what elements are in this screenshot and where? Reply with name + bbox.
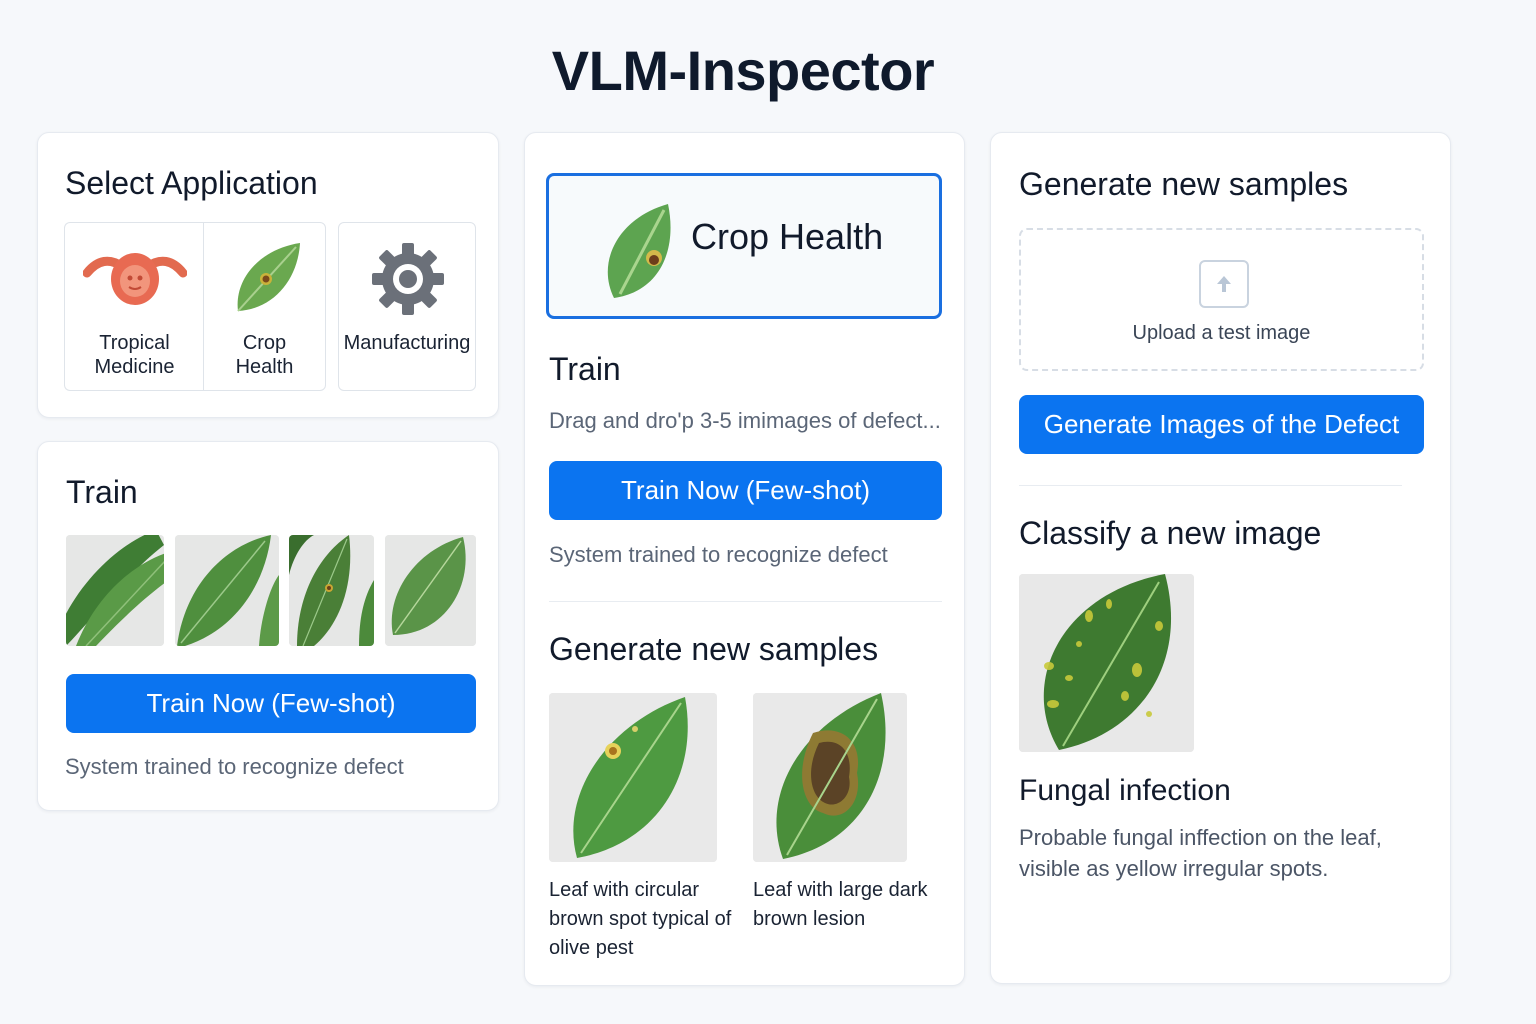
center-train-now-button[interactable]: Train Now (Few-shot) [549,461,942,520]
generate-images-button[interactable]: Generate Images of the Defect [1019,395,1424,454]
app-tile-label: Tropical Medicine [94,332,175,378]
right-card: Generate new samples Upload a test image… [990,132,1451,984]
classify-title: Classify a new image [1019,515,1322,551]
training-image-thumbnail[interactable] [289,535,374,646]
train-card-left: Train Train Now (Few-shot) System traine… [37,441,499,811]
center-card: Crop Health Train Drag and dro'p 3-5 imi… [524,132,965,986]
select-application-card: Select Application Tropical Medicine Cro… [37,132,499,418]
sample-caption: Leaf with circular brown spot typical of… [549,879,732,959]
center-generate-title: Generate new samples [549,631,879,667]
select-application-title: Select Application [65,165,318,201]
drop-zone-hint[interactable]: Drag and dro'p 3-5 imimages of defect... [549,408,941,434]
upload-label: Upload a test image [1132,322,1311,344]
classification-result-text: Probable fungal inffection on the leaf, … [1019,825,1382,881]
selected-app-label: Crop Health [691,216,884,257]
classification-result-title: Fungal infection [1019,774,1231,807]
selected-app-crop-health[interactable]: Crop Health [546,173,942,319]
train-status-text: System trained to recognize defect [65,754,404,779]
gear-icon [370,241,446,317]
sample-caption: Leaf with large dark brown lesion [753,879,928,930]
generated-sample-image[interactable] [753,693,907,862]
app-tile-label: Crop Health [235,332,294,378]
training-image-thumbnail[interactable] [66,535,164,646]
section-divider [1019,485,1402,486]
app-tile-tropical-medicine[interactable]: Tropical Medicine [64,222,204,391]
training-image-thumbnail[interactable] [385,535,476,646]
upload-icon [1199,260,1249,308]
leaf-icon [230,239,304,317]
center-train-title: Train [549,351,621,387]
classify-image[interactable] [1019,574,1194,752]
training-image-thumbnail[interactable] [175,535,279,646]
leaf-icon [598,202,676,302]
right-generate-title: Generate new samples [1019,166,1349,202]
train-title: Train [66,474,138,510]
upload-dropzone[interactable]: Upload a test image [1019,228,1424,371]
tropical-medicine-icon [82,245,188,309]
app-tile-manufacturing[interactable]: Manufacturing [338,222,476,391]
generated-sample-image[interactable] [549,693,717,862]
app-title: VLM-Inspector [551,39,935,102]
section-divider [549,601,942,602]
app-tile-label: Manufacturing [343,332,471,354]
center-train-status-text: System trained to recognize defect [549,542,888,567]
app-tile-crop-health[interactable]: Crop Health [203,222,326,391]
train-now-button[interactable]: Train Now (Few-shot) [66,674,476,733]
